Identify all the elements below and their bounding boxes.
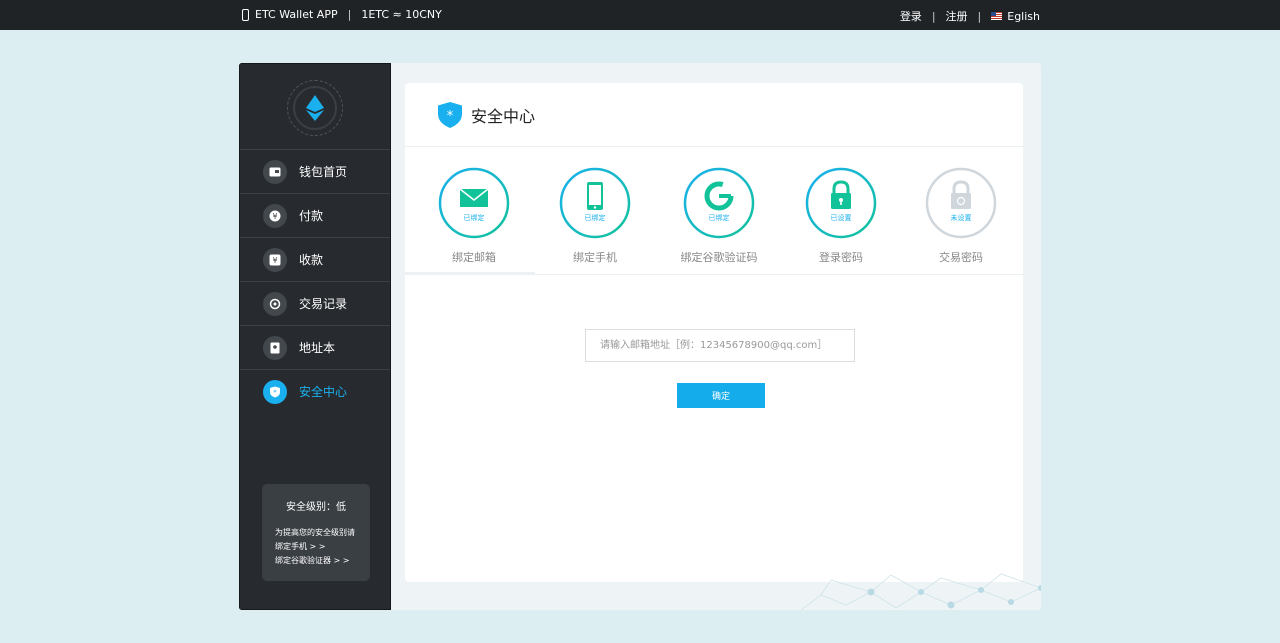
app-label[interactable]: ETC Wallet APP xyxy=(255,8,338,21)
progress-ring: 已绑定 xyxy=(559,167,631,239)
lock-icon xyxy=(831,180,851,209)
sidebar-item-label: 付款 xyxy=(299,209,324,223)
payment-icon: ¥ xyxy=(263,203,287,228)
sidebar-item-receive[interactable]: ¥ 收款 xyxy=(240,237,390,281)
ethereum-icon xyxy=(306,95,324,121)
security-steps: 已绑定 绑定邮箱 已绑定 绑定手机 已绑定 绑定谷歌验证码 已设置 登录密码 未… xyxy=(405,147,1023,275)
sidebar-item-label: 钱包首页 xyxy=(299,165,348,179)
step-status: 已设置 xyxy=(831,213,852,222)
sidebar-item-payment[interactable]: ¥ 付款 xyxy=(240,193,390,237)
sidebar-item-label: 地址本 xyxy=(299,341,336,355)
page-title: 安全中心 xyxy=(471,106,536,126)
step-status: 已绑定 xyxy=(585,213,606,222)
sidebar-item-address-book[interactable]: 地址本 xyxy=(240,325,390,369)
step-label: 绑定邮箱 xyxy=(452,251,496,264)
step-status: 已绑定 xyxy=(709,213,730,222)
confirm-button[interactable]: 确定 xyxy=(677,383,765,408)
sidebar-item-label: 安全中心 xyxy=(299,385,348,399)
progress-ring: 已设置 xyxy=(805,167,877,239)
step-status: 已绑定 xyxy=(464,213,485,222)
step-login-password[interactable]: 已设置 登录密码 xyxy=(781,167,901,265)
svg-text:*: * xyxy=(447,109,454,124)
language-switch[interactable]: Eglish xyxy=(1007,10,1040,23)
receive-icon: ¥ xyxy=(263,247,287,272)
us-flag-icon xyxy=(991,12,1003,20)
phone-icon xyxy=(242,8,249,21)
main-container: 钱包首页 ¥ 付款 ¥ 收款 交易记录 地址本 * 安全中心 安全级别：低 为提… xyxy=(239,63,1041,610)
svg-text:¥: ¥ xyxy=(272,256,277,265)
logo[interactable] xyxy=(287,80,343,136)
card-header: * 安全中心 xyxy=(405,83,1023,147)
lock-icon xyxy=(951,180,971,209)
wallet-icon xyxy=(263,159,287,184)
progress-ring: 已绑定 xyxy=(438,167,510,239)
step-bind-phone[interactable]: 已绑定 绑定手机 xyxy=(535,167,655,265)
google-icon xyxy=(704,181,734,211)
email-input[interactable] xyxy=(585,329,855,362)
security-card: * 安全中心 已绑定 绑定邮箱 已绑定 绑定手机 已绑定 绑定谷歌验证码 已设置… xyxy=(405,83,1023,582)
sidebar-item-transactions[interactable]: 交易记录 xyxy=(240,281,390,325)
progress-ring: 未设置 xyxy=(925,167,997,239)
step-label: 绑定谷歌验证码 xyxy=(680,251,758,264)
shield-icon: * xyxy=(438,101,462,128)
top-bar: ETC Wallet APP | 1ETC ≈ 10CNY 登录 | 注册 | … xyxy=(0,0,1280,30)
separator: | xyxy=(931,9,936,23)
separator: | xyxy=(977,9,982,23)
security-level-title: 安全级别：低 xyxy=(286,502,346,513)
exchange-rate: 1ETC ≈ 10CNY xyxy=(361,8,442,21)
step-bind-google[interactable]: 已绑定 绑定谷歌验证码 xyxy=(659,167,779,265)
svg-text:*: * xyxy=(273,388,277,396)
active-tab-indicator xyxy=(405,272,535,275)
transaction-icon xyxy=(263,291,287,316)
login-link[interactable]: 登录 xyxy=(900,8,922,24)
sidebar-item-security[interactable]: * 安全中心 xyxy=(240,369,390,413)
bind-phone-link[interactable]: 绑定手机 > > xyxy=(275,540,370,554)
sidebar: 钱包首页 ¥ 付款 ¥ 收款 交易记录 地址本 * 安全中心 安全级别：低 为提… xyxy=(239,63,391,610)
sidebar-item-wallet-home[interactable]: 钱包首页 xyxy=(240,149,390,193)
phone-icon xyxy=(587,182,603,210)
step-label: 绑定手机 xyxy=(573,251,617,264)
separator: | xyxy=(347,8,352,21)
sidebar-item-label: 交易记录 xyxy=(299,297,348,311)
security-level-box: 安全级别：低 为提高您的安全级别请 绑定手机 > > 绑定谷歌验证器 > > xyxy=(262,484,370,581)
bind-google-auth-link[interactable]: 绑定谷歌验证器 > > xyxy=(275,554,370,568)
security-level-hint: 为提高您的安全级别请 xyxy=(275,528,355,537)
sidebar-nav: 钱包首页 ¥ 付款 ¥ 收款 交易记录 地址本 * 安全中心 xyxy=(240,149,390,413)
sidebar-item-label: 收款 xyxy=(299,253,324,267)
shield-icon: * xyxy=(263,379,287,404)
svg-text:¥: ¥ xyxy=(272,212,277,221)
step-label: 交易密码 xyxy=(939,251,983,264)
address-book-icon xyxy=(263,335,287,360)
network-pattern xyxy=(801,573,1041,610)
step-trade-password[interactable]: 未设置 交易密码 xyxy=(901,167,1021,265)
step-status: 未设置 xyxy=(951,213,972,222)
mail-icon xyxy=(459,188,489,207)
step-label: 登录密码 xyxy=(819,251,863,264)
step-bind-email[interactable]: 已绑定 绑定邮箱 xyxy=(414,167,534,265)
progress-ring: 已绑定 xyxy=(683,167,755,239)
register-link[interactable]: 注册 xyxy=(946,8,968,24)
